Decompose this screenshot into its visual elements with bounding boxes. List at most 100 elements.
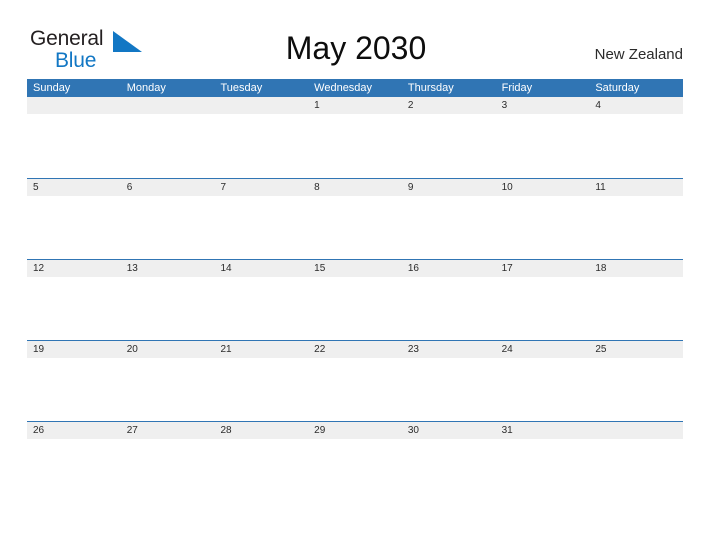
day-events-area[interactable] [589, 358, 684, 421]
day-events-area[interactable] [308, 277, 402, 340]
day-cell[interactable]: 24 [495, 341, 590, 421]
day-number: 27 [126, 425, 138, 436]
day-cell[interactable]: 22 [308, 341, 402, 421]
weekday-header-wednesday: Wednesday [314, 82, 373, 94]
day-cell[interactable]: 9 [401, 179, 496, 259]
day-events-area[interactable] [401, 196, 496, 259]
day-number: 5 [33, 182, 39, 193]
day-number-band: 27 [120, 422, 215, 439]
day-cell[interactable]: 5 [27, 179, 121, 259]
day-cell[interactable]: 11 [589, 179, 684, 259]
day-events-area[interactable] [589, 277, 684, 340]
day-cell[interactable] [214, 97, 309, 178]
day-cell[interactable]: 12 [27, 260, 121, 340]
day-events-area[interactable] [308, 114, 402, 177]
day-cell[interactable]: 28 [214, 422, 309, 502]
day-events-area[interactable] [27, 439, 121, 502]
day-cell[interactable] [120, 97, 215, 178]
day-cell[interactable]: 1 [308, 97, 402, 178]
day-number-band: 12 [27, 260, 121, 277]
day-number-band [27, 97, 121, 114]
day-number: 16 [407, 263, 419, 274]
day-events-area[interactable] [27, 358, 121, 421]
day-cell[interactable]: 13 [120, 260, 215, 340]
day-events-area[interactable] [495, 439, 590, 502]
day-events-area[interactable] [589, 196, 684, 259]
day-events-area[interactable] [120, 114, 215, 177]
day-number: 1 [314, 100, 320, 111]
day-cell[interactable]: 26 [27, 422, 121, 502]
day-events-area[interactable] [120, 277, 215, 340]
week-row: 5 6 7 8 9 10 11 [27, 178, 684, 259]
country-label: New Zealand [594, 46, 683, 63]
day-events-area[interactable] [589, 439, 684, 502]
day-cell[interactable]: 18 [589, 260, 684, 340]
day-events-area[interactable] [495, 114, 590, 177]
day-cell[interactable]: 29 [308, 422, 402, 502]
day-cell[interactable]: 30 [401, 422, 496, 502]
day-cell[interactable]: 23 [401, 341, 496, 421]
day-events-area[interactable] [308, 358, 402, 421]
day-cell[interactable]: 8 [308, 179, 402, 259]
day-cell[interactable]: 14 [214, 260, 309, 340]
day-cell[interactable]: 20 [120, 341, 215, 421]
day-number-band: 15 [308, 260, 402, 277]
day-events-area[interactable] [308, 196, 402, 259]
day-number-band [120, 97, 215, 114]
day-cell[interactable]: 19 [27, 341, 121, 421]
day-cell[interactable] [27, 97, 121, 178]
day-cell[interactable]: 2 [401, 97, 496, 178]
day-number: 17 [501, 263, 513, 274]
day-events-area[interactable] [401, 114, 496, 177]
day-cell[interactable]: 7 [214, 179, 309, 259]
day-events-area[interactable] [214, 358, 309, 421]
day-number-band: 26 [27, 422, 121, 439]
day-number-band [589, 422, 684, 439]
day-events-area[interactable] [120, 358, 215, 421]
day-cell[interactable]: 27 [120, 422, 215, 502]
day-events-area[interactable] [214, 196, 309, 259]
day-number-band: 10 [495, 179, 590, 196]
day-number: 31 [501, 425, 513, 436]
day-events-area[interactable] [214, 114, 309, 177]
day-cell[interactable]: 10 [495, 179, 590, 259]
day-events-area[interactable] [495, 196, 590, 259]
day-events-area[interactable] [401, 439, 496, 502]
weekday-header-row: Sunday Monday Tuesday Wednesday Thursday… [27, 79, 683, 97]
day-events-area[interactable] [401, 277, 496, 340]
day-number: 25 [595, 344, 607, 355]
day-cell[interactable]: 25 [589, 341, 684, 421]
day-number-band [214, 97, 309, 114]
day-number-band: 7 [214, 179, 309, 196]
day-events-area[interactable] [27, 196, 121, 259]
day-events-area[interactable] [495, 277, 590, 340]
day-events-area[interactable] [214, 439, 309, 502]
day-cell[interactable]: 21 [214, 341, 309, 421]
day-events-area[interactable] [495, 358, 590, 421]
day-number-band: 28 [214, 422, 309, 439]
day-events-area[interactable] [27, 114, 121, 177]
day-number-band: 31 [495, 422, 590, 439]
day-cell[interactable]: 6 [120, 179, 215, 259]
day-cell[interactable]: 4 [589, 97, 684, 178]
day-number-band: 29 [308, 422, 402, 439]
day-cell[interactable]: 3 [495, 97, 590, 178]
day-events-area[interactable] [27, 277, 121, 340]
day-number: 14 [220, 263, 232, 274]
day-number-band: 1 [308, 97, 402, 114]
day-number: 10 [501, 182, 513, 193]
day-events-area[interactable] [120, 196, 215, 259]
day-events-area[interactable] [589, 114, 684, 177]
day-number: 15 [314, 263, 326, 274]
day-number: 7 [220, 182, 226, 193]
day-cell[interactable]: 16 [401, 260, 496, 340]
day-cell[interactable]: 31 [495, 422, 590, 502]
day-cell[interactable]: 17 [495, 260, 590, 340]
day-number-band: 3 [495, 97, 590, 114]
day-events-area[interactable] [120, 439, 215, 502]
day-cell[interactable] [589, 422, 684, 502]
day-events-area[interactable] [214, 277, 309, 340]
day-events-area[interactable] [308, 439, 402, 502]
day-cell[interactable]: 15 [308, 260, 402, 340]
day-events-area[interactable] [401, 358, 496, 421]
